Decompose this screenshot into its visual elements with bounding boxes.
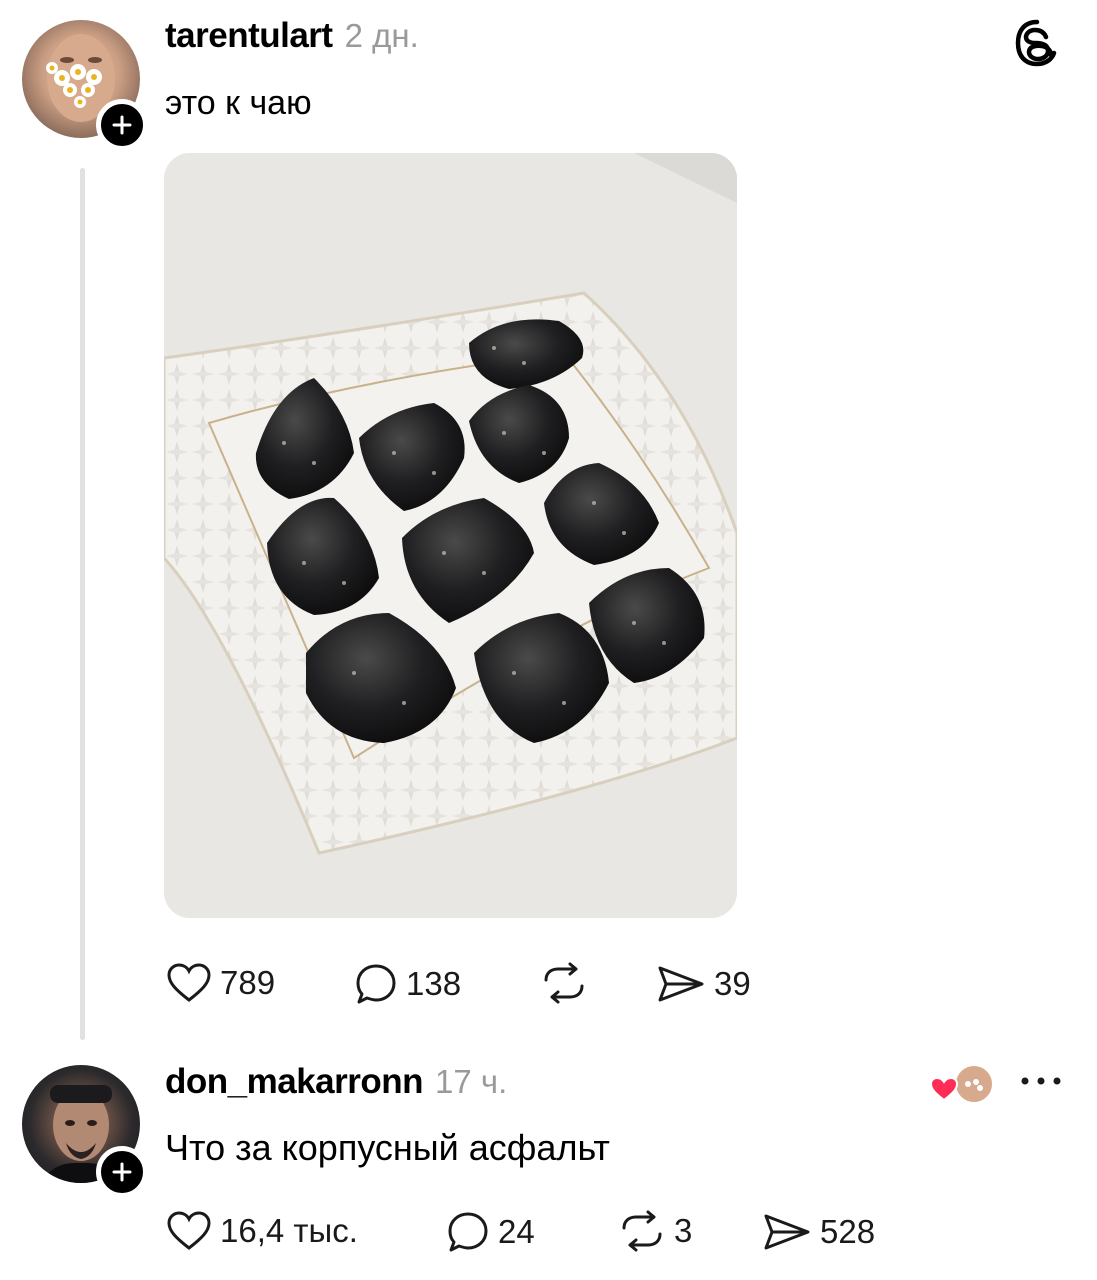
reply-count: 138 [406,965,462,1002]
send-arrow-icon [764,1214,810,1250]
thread-connector-line [80,168,85,1040]
repost-arrows-icon [622,1210,662,1252]
reply-share-count: 528 [820,1213,876,1250]
plus-icon [112,1162,132,1182]
reply-like-button[interactable]: 16,4 тыс. [166,1210,358,1252]
reply-share-button[interactable]: 528 [762,1210,875,1254]
heart-icon [929,1076,959,1102]
plus-icon [112,115,132,135]
follow-button-tarentulart[interactable] [96,99,148,151]
like-count: 789 [220,964,276,1001]
repost-arrows-icon [544,962,584,1004]
reply-repost-button[interactable]: 3 [618,1210,692,1252]
comment-bubble-icon [356,964,396,1004]
reply-time: 17 ч. [435,1063,508,1100]
author-liked-indicator [929,1064,994,1104]
reply-username[interactable]: don_makarronn [165,1062,424,1102]
post-header: tarentulart 2 дн. [165,16,419,56]
reply-repost-count: 3 [674,1212,693,1249]
reply-reply-count: 24 [498,1213,535,1250]
threads-logo-icon [1015,19,1057,67]
heart-icon [167,963,211,1002]
post-text: это к чаю [165,84,312,122]
reply-like-count: 16,4 тыс. [220,1212,358,1249]
post-photo[interactable] [164,153,737,918]
repost-button[interactable] [540,962,588,1004]
like-button[interactable]: 789 [166,962,275,1004]
send-arrow-icon [658,966,704,1002]
reply-reply-button[interactable]: 24 [446,1210,535,1254]
share-button[interactable]: 39 [656,962,751,1006]
reply-button[interactable]: 138 [354,962,461,1006]
reply-header: don_makarronn 17 ч. [165,1062,507,1102]
reply-text: Что за корпусный асфальт [165,1127,610,1168]
post-time: 2 дн. [344,17,419,54]
comment-bubble-icon [448,1212,488,1252]
post-username[interactable]: tarentulart [165,16,333,56]
share-count: 39 [714,965,751,1002]
more-dots-icon[interactable] [1018,1072,1064,1090]
follow-button-don-makarronn[interactable] [96,1146,148,1198]
heart-icon [167,1211,211,1250]
